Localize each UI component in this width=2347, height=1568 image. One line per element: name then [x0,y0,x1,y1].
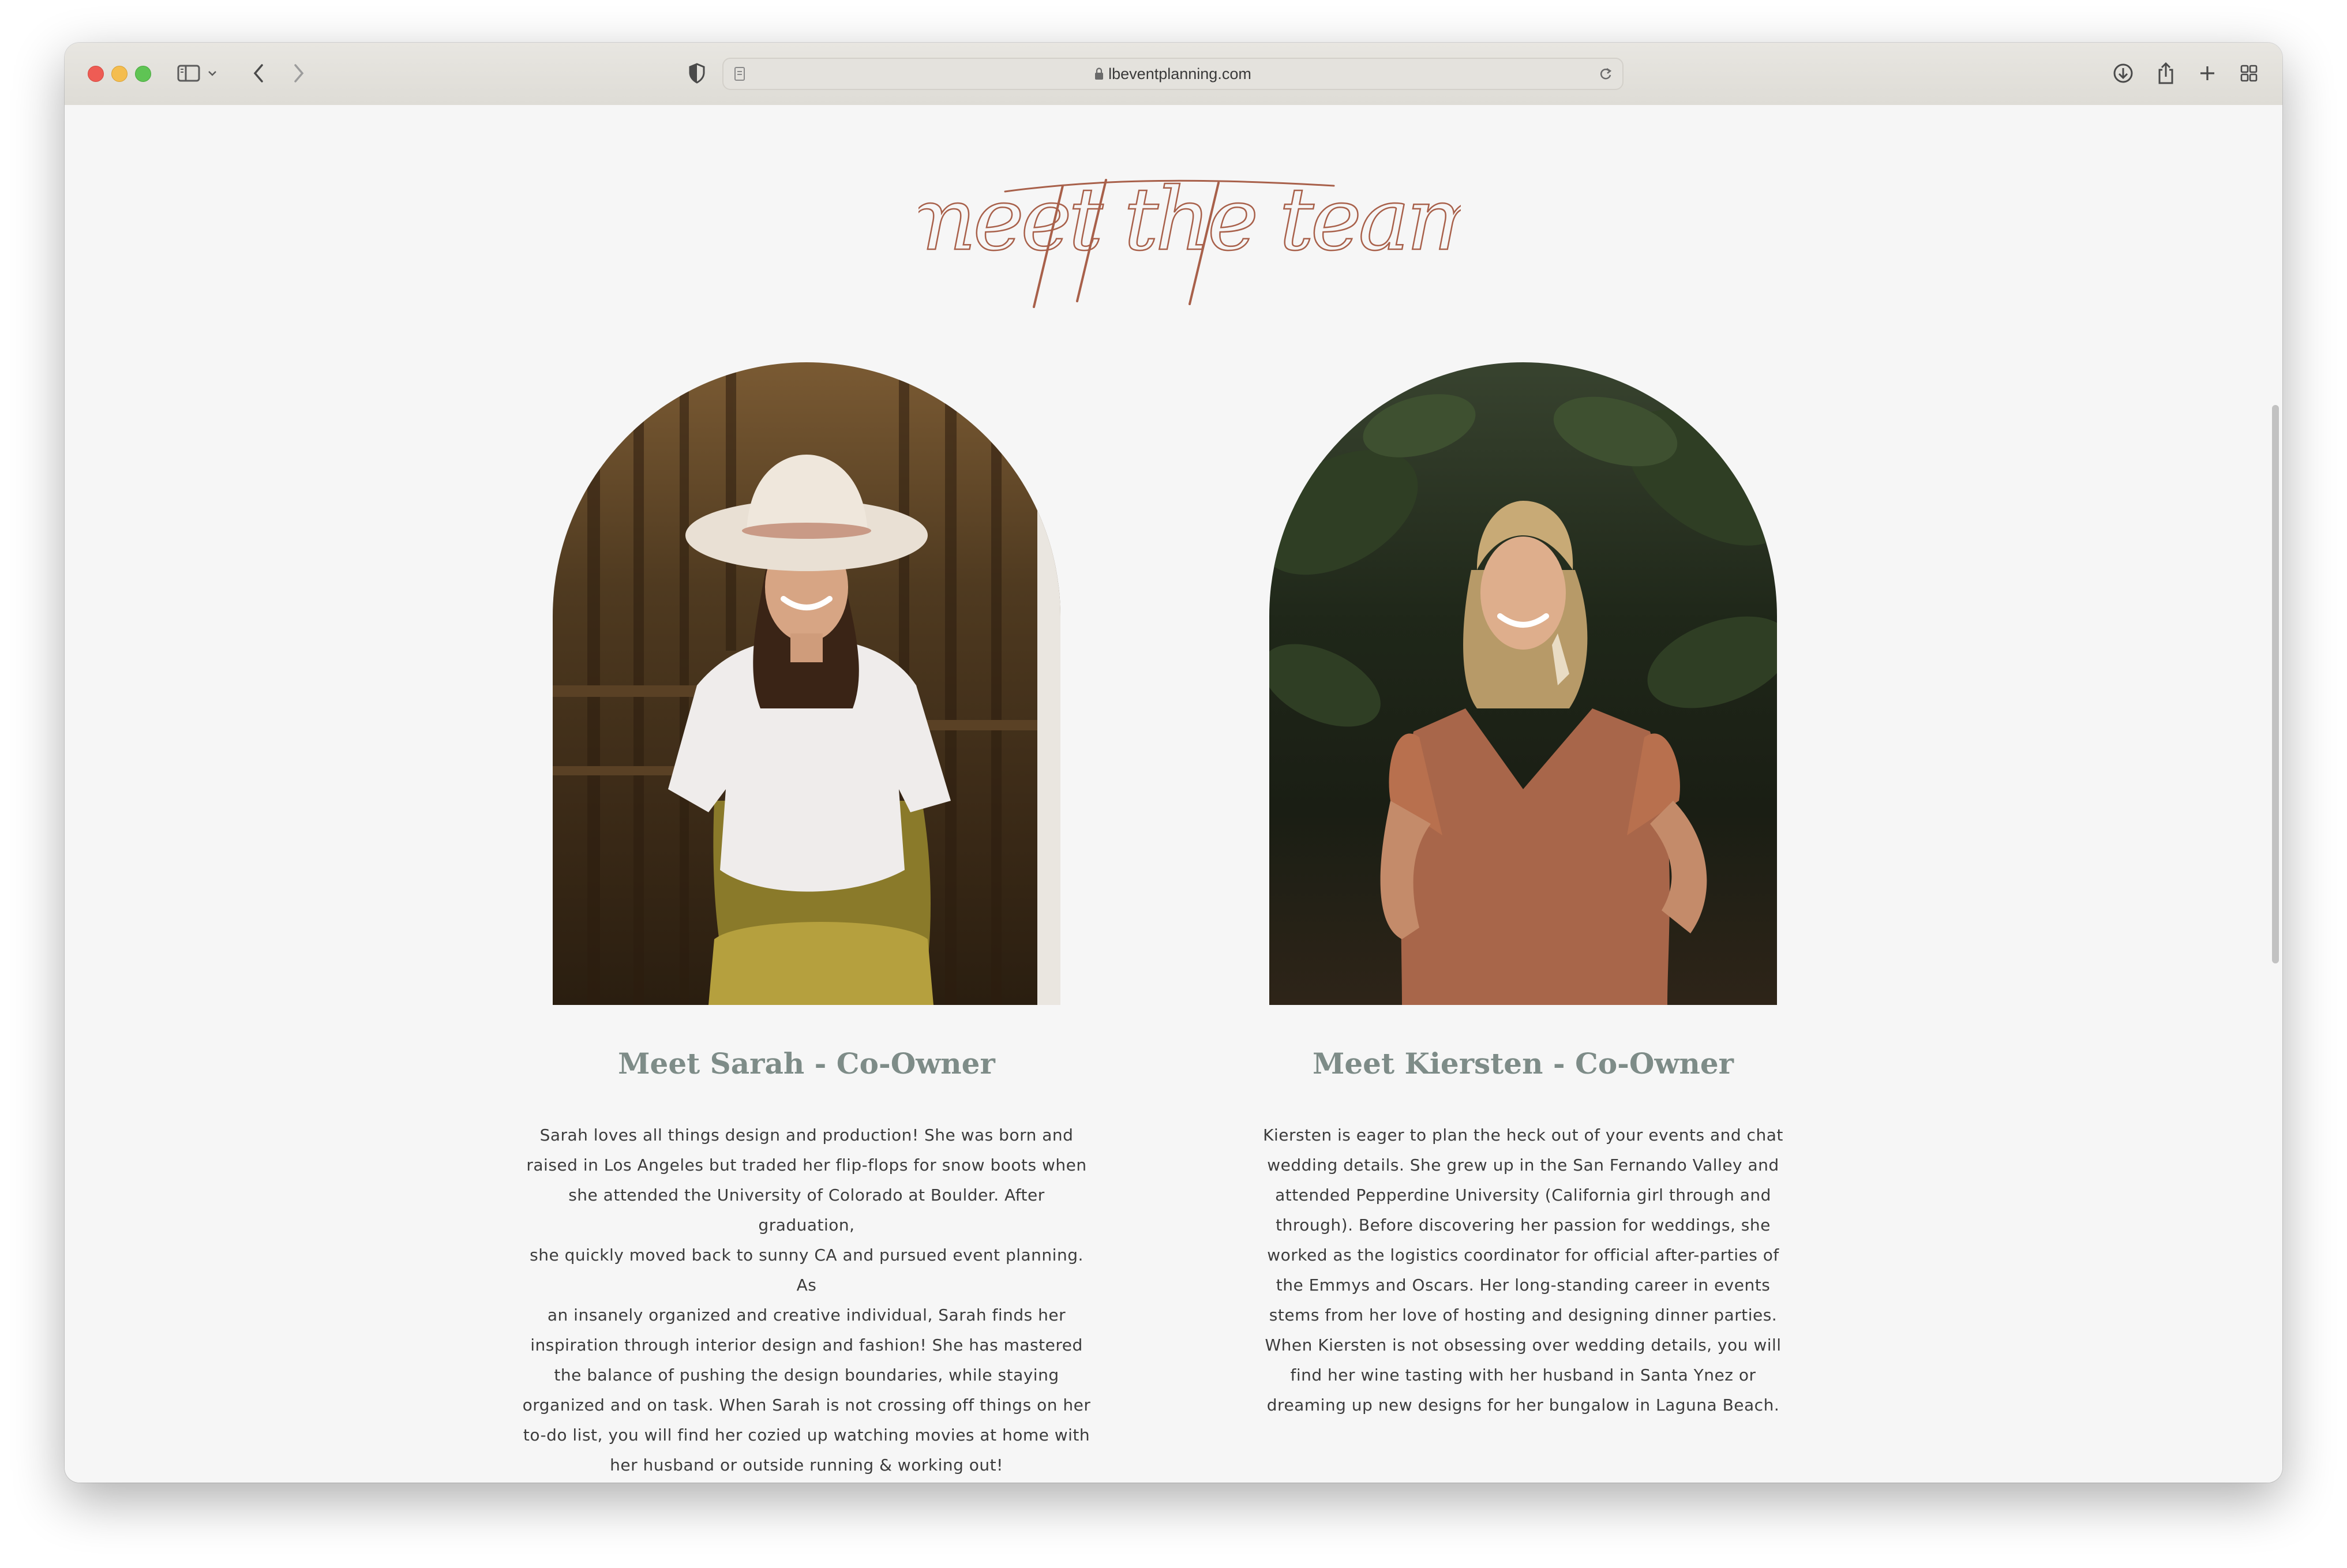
bio-line: dreaming up new designs for her bungalow… [1266,1396,1780,1415]
bio-line: her husband or outside running & working… [610,1456,1003,1475]
zoom-window-button[interactable] [135,66,151,82]
minimize-window-button[interactable] [111,66,128,82]
bio-line: find her wine tasting with her husband i… [1290,1366,1756,1385]
browser-toolbar: lbeventplanning.com [65,43,2282,106]
bio-line: stems from her love of hosting and desig… [1269,1306,1778,1325]
tab-overview-icon[interactable] [2236,58,2262,89]
close-window-button[interactable] [88,66,104,82]
bio-line: through). Before discovering her passion… [1276,1216,1771,1235]
browser-window: lbeventplanning.com meet the team Meet S… [65,43,2282,1483]
reload-icon[interactable] [1597,59,1614,89]
page-title: meet the team [918,169,1461,308]
new-tab-icon[interactable] [2195,58,2220,89]
vertical-scrollbar[interactable] [2267,105,2282,1483]
privacy-shield-icon[interactable] [684,58,710,89]
heading-text: meet the team [918,170,1461,270]
bio-line: an insanely organized and creative indiv… [547,1306,1066,1325]
bio-line: wedding details. She grew up in the San … [1267,1156,1779,1175]
bio-line: the balance of pushing the design bounda… [554,1366,1059,1385]
downloads-icon[interactable] [2110,58,2136,89]
bio-line: she quickly moved back to sunny CA and p… [530,1246,1083,1295]
bio-line: inspiration through interior design and … [530,1336,1083,1355]
bio-line: attended Pepperdine University (Californ… [1275,1186,1771,1205]
bio-line: Sarah loves all things design and produc… [539,1126,1074,1145]
share-icon[interactable] [2153,58,2179,89]
bio-line: When Kiersten is not obsessing over wedd… [1265,1336,1782,1355]
page-content: meet the team Meet Sarah - Co-Owner Meet… [65,105,2282,1483]
kiersten-bio: Kiersten is eager to plan the heck out o… [1235,1120,1812,1420]
forward-icon[interactable] [287,58,310,89]
address-bar[interactable]: lbeventplanning.com [722,58,1624,90]
bio-line: she attended the University of Colorado … [568,1186,1045,1235]
bio-line: raised in Los Angeles but traded her fli… [526,1156,1087,1175]
sarah-title: Meet Sarah - Co-Owner [618,1046,995,1081]
sarah-bio: Sarah loves all things design and produc… [518,1120,1095,1480]
bio-line: organized and on task. When Sarah is not… [522,1396,1091,1415]
scrollbar-thumb[interactable] [2272,405,2279,963]
chevron-down-icon[interactable] [205,58,219,89]
kiersten-title: Meet Kiersten - Co-Owner [1312,1046,1734,1081]
sidebar-toggle-icon[interactable] [174,58,203,89]
url-text: lbeventplanning.com [1108,65,1251,82]
bio-line: worked as the logistics coordinator for … [1267,1246,1779,1265]
back-icon[interactable] [247,58,270,89]
lock-icon [1095,67,1104,80]
sarah-photo [553,362,1060,1005]
kiersten-photo [1269,362,1777,1005]
bio-line: to-do list, you will find her cozied up … [523,1426,1090,1445]
bio-line: the Emmys and Oscars. Her long-standing … [1276,1276,1771,1295]
bio-line: Kiersten is eager to plan the heck out o… [1263,1126,1783,1145]
